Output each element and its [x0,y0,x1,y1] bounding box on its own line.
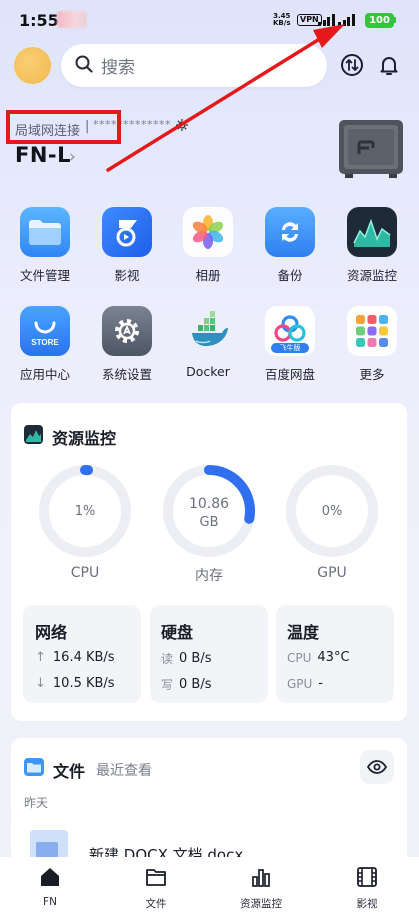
baidu-netdisk-icon: 飞牛版 [265,306,315,356]
network-download-value: 10.5 KB/s [52,676,115,691]
bell-icon[interactable] [374,50,404,80]
app-video[interactable]: 影视 [87,207,167,284]
docker-whale-icon [183,306,233,356]
app-file-manager[interactable]: 文件管理 [5,207,85,284]
backup-sync-icon [265,207,315,257]
temperature-gpu-value: - [318,676,324,691]
resource-monitor-title: 资源监控 [52,429,117,448]
device-name[interactable]: FN-L [15,143,71,167]
network-upload-value: 16.4 KB/s [52,650,115,665]
arrow-down-icon: ↓ [35,676,46,691]
nav-label: 文件 [145,898,167,910]
temperature-gpu: GPU - [287,676,323,691]
battery-icon: 100 [365,13,394,28]
cpu-label: CPU [70,565,100,581]
disk-read-label: 读 [161,652,174,666]
nav-label: 影视 [356,898,378,910]
memory-label: 内存 [195,568,223,584]
gpu-value: 0% [321,504,343,519]
nav-label: FN [43,896,57,908]
app-label: 备份 [277,268,303,283]
files-group-label: 昨天 [24,796,49,810]
battery-tip [394,17,396,23]
eye-icon[interactable] [360,750,394,784]
app-label: 百度网盘 [264,367,315,382]
photos-flower-icon [183,207,233,257]
app-label: 影视 [114,268,140,283]
signal-icon-2 [338,14,355,26]
resource-monitor-card-icon [24,425,43,448]
app-label: 相册 [195,268,221,283]
app-label: 应用中心 [19,367,70,382]
gpu-label: GPU [317,565,347,581]
network-speed-unit: KB/s [273,19,291,27]
app-label: Docker [186,364,230,379]
search-icon [75,55,93,77]
arrow-up-icon: ↑ [35,650,46,665]
app-center[interactable]: STORE 应用中心 [5,306,85,383]
status-time: 1:55 [19,11,59,30]
disk-title: 硬盘 [161,623,194,642]
files-subtitle: 最近查看 [96,763,152,779]
signal-icon [318,14,335,26]
memory-unit: GB [199,515,219,530]
network-status-icon [175,117,189,136]
app-label: 更多 [359,367,385,382]
nav-label: 资源监控 [240,898,282,910]
svg-text:STORE: STORE [31,338,59,347]
disk-write-label: 写 [161,678,174,692]
app-baidu-netdisk[interactable]: 飞牛版 百度网盘 [250,306,330,383]
nav-item-files[interactable]: 文件 [116,866,196,911]
cpu-value: 1% [74,504,96,519]
home-icon [41,868,59,886]
settings-gear-icon [102,306,152,356]
app-system-settings[interactable]: 系统设置 [87,306,167,383]
app-backup[interactable]: 备份 [250,207,330,284]
nav-item-fn[interactable]: FN [10,866,90,908]
network-speed: 3.45 KB/s [273,13,290,27]
blurred-notification-icon [57,11,87,28]
nav-item-resource-monitor[interactable]: 资源监控 [221,866,301,911]
film-icon [357,867,377,887]
app-label: 资源监控 [346,268,397,283]
app-photos[interactable]: 相册 [168,207,248,284]
temperature-gpu-label: GPU [287,676,313,691]
app-more[interactable]: 更多 [332,306,412,383]
disk-write-value: 0 B/s [179,677,212,692]
folder-icon [20,207,70,257]
app-label: 系统设置 [101,367,152,382]
app-docker[interactable]: Docker [168,306,248,379]
temperature-cpu-label: CPU [287,650,312,665]
network-download: ↓ 10.5 KB/s [35,676,115,691]
folder-outline-icon [146,869,166,886]
nav-item-video[interactable]: 影视 [327,866,407,911]
disk-read-value: 0 B/s [179,651,212,666]
network-title: 网络 [35,623,68,642]
bar-chart-icon [252,869,270,887]
disk-read: 读 0 B/s [161,650,212,667]
resource-monitor-icon [347,207,397,257]
files-card-folder-icon [24,758,44,780]
app-badge: 飞牛版 [271,343,309,353]
temperature-cpu-value: 43°C [317,650,350,665]
files-title: 文件 [53,762,86,781]
video-play-icon [102,207,152,257]
avatar[interactable] [14,47,51,84]
temperature-title: 温度 [287,623,320,642]
app-store-icon: STORE [20,306,70,356]
chevron-right-icon[interactable]: › [69,147,76,167]
annotation-highlight-box [6,110,121,144]
network-upload: ↑ 16.4 KB/s [35,650,115,665]
temperature-cpu: CPU 43°C [287,650,350,665]
transfer-icon[interactable] [337,50,367,80]
memory-value: 10.86 [188,496,230,512]
disk-write: 写 0 B/s [161,676,212,693]
search-placeholder: 搜索 [101,58,135,78]
nas-device-image [337,118,405,180]
app-label: 文件管理 [19,268,70,283]
more-apps-icon [347,306,397,356]
search-input[interactable]: 搜索 [61,44,327,87]
app-resource-monitor[interactable]: 资源监控 [332,207,412,284]
